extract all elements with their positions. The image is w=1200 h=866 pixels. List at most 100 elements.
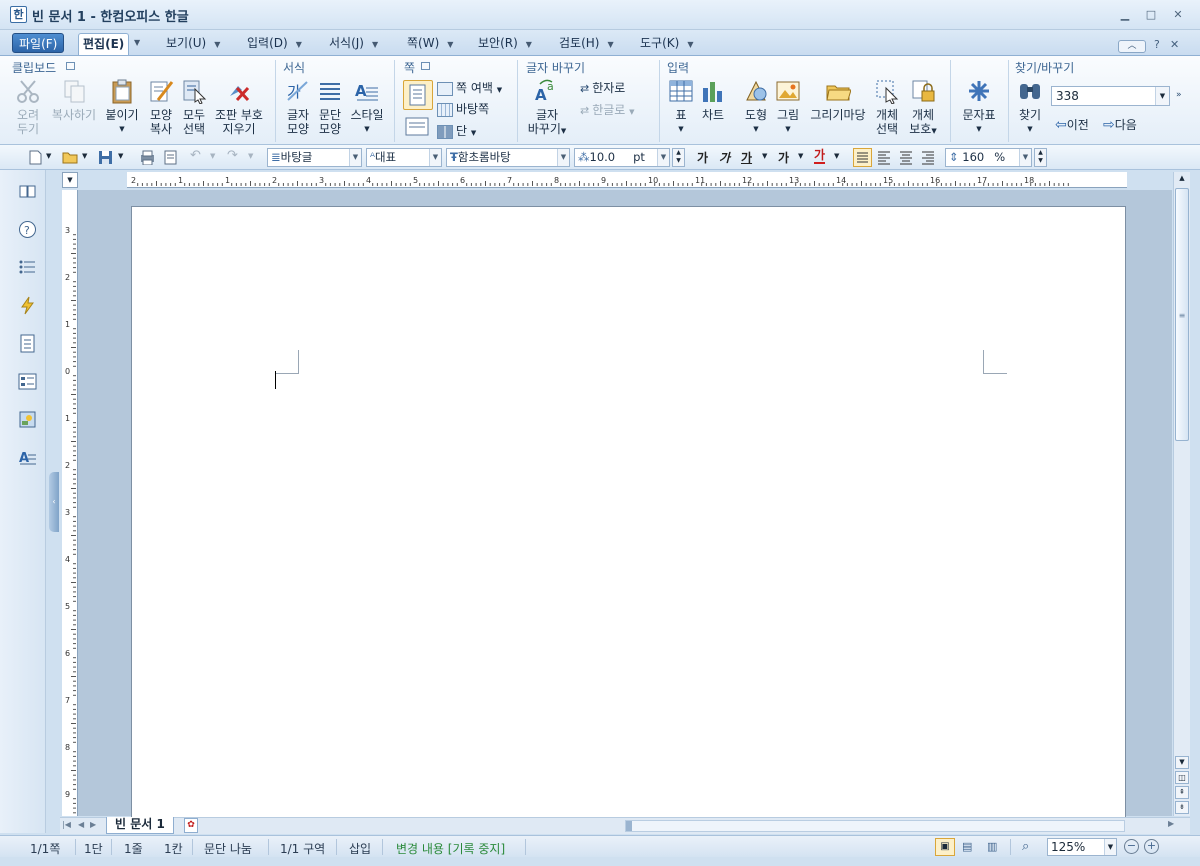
list-icon[interactable]	[18, 258, 37, 277]
italic-button[interactable]: 가	[719, 149, 730, 166]
table-button[interactable]: 표 ▼	[665, 78, 697, 136]
status-page[interactable]: 1/1쪽	[30, 840, 60, 857]
group-options-icon[interactable]	[66, 62, 75, 70]
select-all-button[interactable]: 모두 선택	[177, 78, 211, 136]
zoom-select[interactable]: 125% ▼	[1047, 838, 1117, 856]
style-button[interactable]: A 스타일 ▼	[347, 78, 387, 136]
book-icon[interactable]	[18, 182, 37, 201]
drawing-gallery-button[interactable]: 그리기마당	[806, 78, 870, 122]
align-justify-button[interactable]	[853, 148, 872, 167]
chevron-down-icon[interactable]: ▼	[46, 152, 51, 160]
tab-prev-icon[interactable]: ◀	[78, 820, 84, 829]
select-object-button[interactable]: 개체 선택	[871, 78, 903, 136]
zoom-out-icon[interactable]: −	[1124, 839, 1139, 854]
scroll-thumb[interactable]: ≡	[1175, 188, 1189, 441]
to-hanja-button[interactable]: ⇄ 한자로	[580, 79, 625, 97]
chevron-down-icon[interactable]: ▼	[210, 152, 215, 160]
align-center-button[interactable]	[898, 149, 915, 169]
chevron-down-icon[interactable]: ▼	[248, 152, 253, 160]
chevron-down-icon[interactable]: ▼	[798, 152, 803, 160]
chart-button[interactable]: 차트	[697, 78, 729, 122]
protect-object-button[interactable]: 개체 보호▼	[903, 78, 943, 138]
char-map-button[interactable]: 문자표 ▼	[957, 78, 1001, 136]
vertical-scrollbar[interactable]: ▲ ≡ ▼ ◫ ⇞ ⇟	[1173, 172, 1190, 816]
paste-button[interactable]: 붙이기 ▼	[103, 78, 141, 136]
new-tab-icon[interactable]: ✿	[184, 818, 198, 833]
line-spacing-select[interactable]: ⇕ 160% ▼	[945, 148, 1032, 167]
group-options-icon[interactable]	[421, 62, 430, 70]
align-right-button[interactable]	[920, 149, 937, 169]
scroll-down-icon[interactable]: ▼	[1175, 756, 1189, 769]
shape-copy-button[interactable]: 모양 복사	[144, 78, 178, 136]
ribbon-more-icon[interactable]: »	[1176, 90, 1182, 100]
page-layout-view-icon[interactable]: ▣	[935, 838, 955, 856]
zoom-in-icon[interactable]: +	[1144, 839, 1159, 854]
find-prev-button[interactable]: ⇦이전	[1055, 116, 1089, 134]
style-icon[interactable]: A	[18, 448, 37, 467]
find-input[interactable]: 338 ▼	[1051, 86, 1170, 106]
minimize-icon[interactable]: ▁	[1117, 8, 1133, 22]
clear-marks-button[interactable]: 조판 부호 지우기	[210, 78, 268, 136]
menu-view[interactable]: 보기(U) ▼	[162, 33, 224, 53]
font-select[interactable]: Ŧ함초롬바탕 ▼	[446, 148, 570, 167]
font-size-spinner[interactable]: ▲ ▼	[672, 148, 685, 167]
vertical-ruler[interactable]: 3 2 1 0 1 2 3 4 5 6 7 8 9	[62, 190, 78, 816]
chevron-down-icon[interactable]: ▼	[134, 38, 146, 52]
menu-security[interactable]: 보안(R) ▼	[474, 33, 536, 53]
menu-page[interactable]: 쪽(W) ▼	[403, 33, 457, 53]
chevron-down-icon[interactable]: ▼	[762, 152, 767, 160]
strike-button[interactable]: 가	[778, 149, 789, 166]
char-convert-button[interactable]: Aa 글자 바꾸기▼	[525, 78, 569, 138]
picture-button[interactable]: 그림 ▼	[772, 78, 804, 136]
print-icon[interactable]	[140, 150, 155, 166]
tab-first-icon[interactable]: |◀	[62, 820, 71, 829]
chevron-down-icon[interactable]: ▼	[1155, 87, 1169, 105]
help-icon[interactable]: ?	[1154, 38, 1160, 51]
to-hangul-button[interactable]: ⇄ 한글로 ▼	[580, 101, 635, 119]
page-view-icon[interactable]: ◫	[1175, 771, 1189, 784]
background-page-button[interactable]: 바탕쪽	[437, 100, 489, 118]
page-view-button[interactable]	[403, 116, 431, 138]
undo-icon[interactable]: ↶	[190, 148, 205, 163]
find-next-button[interactable]: ⇨다음	[1103, 116, 1137, 134]
copy-button[interactable]: 복사하기	[48, 78, 100, 122]
menu-format[interactable]: 서식(J) ▼	[325, 33, 382, 53]
horizontal-scrollbar[interactable]	[625, 820, 1125, 832]
align-left-button[interactable]	[876, 149, 893, 169]
next-page-icon[interactable]: ⇟	[1175, 801, 1189, 814]
document-canvas[interactable]	[78, 190, 1172, 826]
maximize-icon[interactable]: □	[1143, 8, 1159, 22]
style-select[interactable]: ≣바탕글 ▼	[267, 148, 362, 167]
underline-button[interactable]: 가	[741, 149, 752, 166]
draft-view-icon[interactable]: ▥	[987, 840, 997, 853]
lightning-icon[interactable]	[18, 296, 37, 315]
redo-icon[interactable]: ↷	[227, 148, 242, 163]
new-doc-icon[interactable]	[28, 150, 43, 165]
char-shape-button[interactable]: 가 글자 모양	[282, 78, 314, 136]
doc-close-icon[interactable]: ✕	[1170, 38, 1179, 51]
tab-document[interactable]: 빈 문서 1	[106, 817, 174, 834]
font-size-select[interactable]: ⁂10.0 pt ▼	[574, 148, 670, 167]
lang-select[interactable]: ᴬ대표 ▼	[366, 148, 442, 167]
find-button[interactable]: 찾기 ▼	[1013, 78, 1047, 136]
print-preview-icon[interactable]	[163, 150, 178, 165]
normal-view-icon[interactable]: ▤	[962, 840, 972, 853]
menu-file[interactable]: 파일(F)	[12, 33, 65, 53]
scroll-right-icon[interactable]: ▶	[1168, 819, 1174, 828]
help-icon[interactable]: ?	[18, 220, 37, 239]
menu-edit[interactable]: 편집(E)	[78, 33, 130, 56]
chevron-down-icon[interactable]: ▼	[118, 152, 123, 160]
settings-icon[interactable]	[18, 410, 37, 429]
hscroll-thumb[interactable]	[626, 821, 632, 831]
tab-next-icon[interactable]: ▶	[90, 820, 96, 829]
line-spacing-spinner[interactable]: ▲ ▼	[1034, 148, 1047, 167]
status-track-changes[interactable]: 변경 내용 [기록 중지]	[396, 840, 505, 857]
document-page[interactable]	[131, 206, 1126, 826]
menu-review[interactable]: 검토(H) ▼	[555, 33, 618, 53]
page-margin-button[interactable]: 쪽 여백 ▼	[437, 79, 502, 97]
document-icon[interactable]	[18, 334, 37, 353]
ruler-corner-button[interactable]: ▼	[62, 172, 78, 188]
cut-button[interactable]: 오려 두기	[8, 78, 48, 136]
collapse-ribbon-icon[interactable]: ︿	[1118, 40, 1146, 53]
menu-tools[interactable]: 도구(K) ▼	[636, 33, 697, 53]
